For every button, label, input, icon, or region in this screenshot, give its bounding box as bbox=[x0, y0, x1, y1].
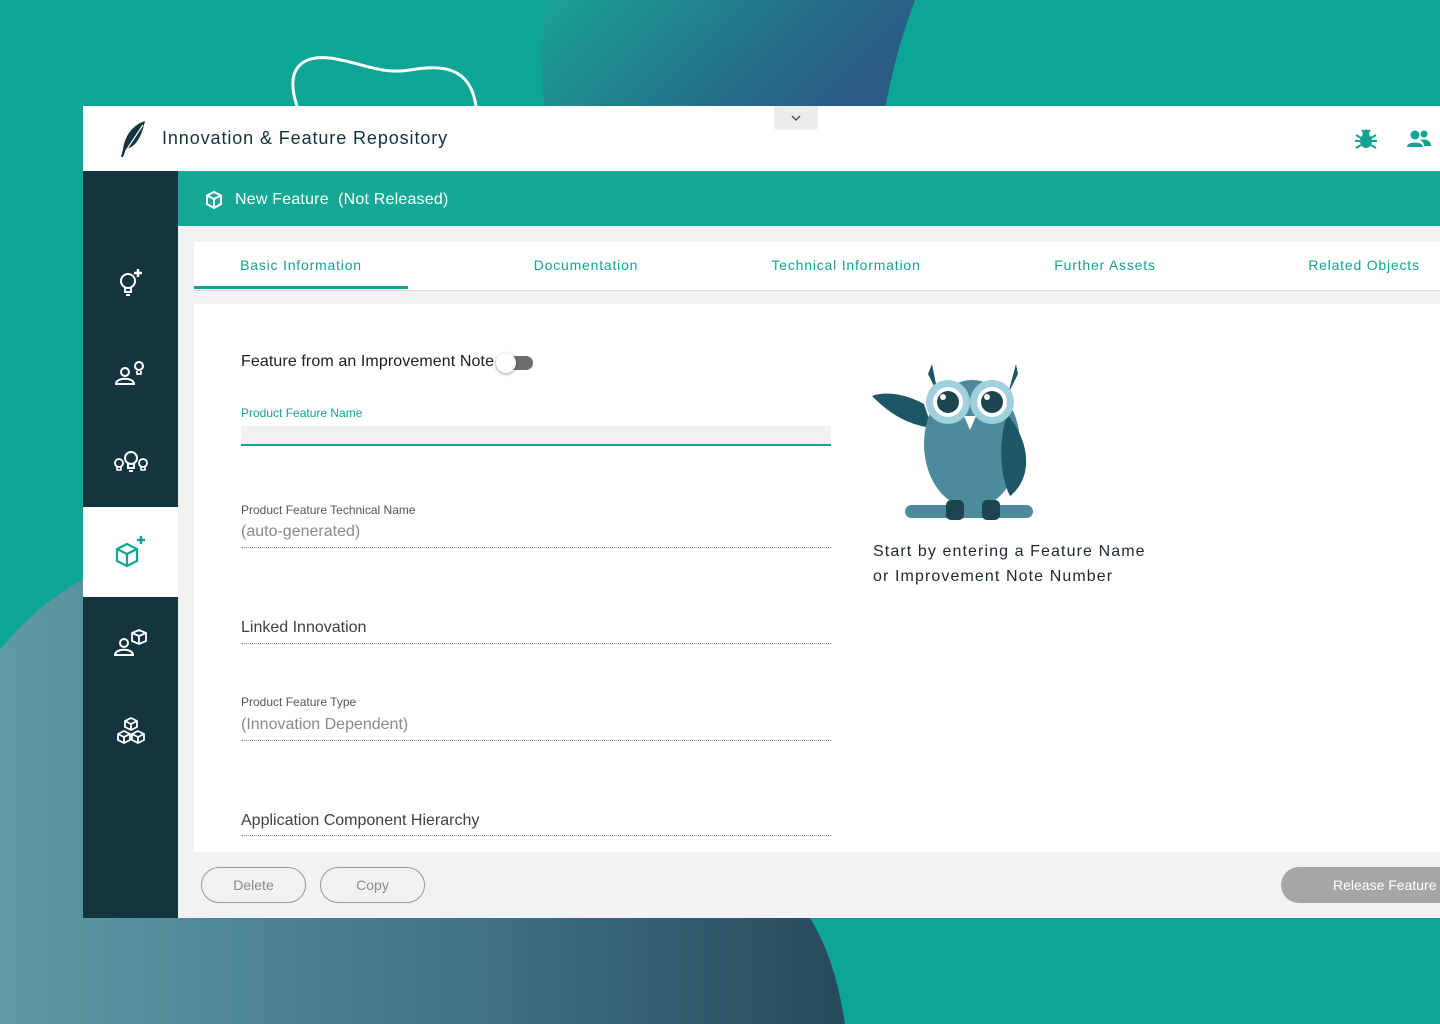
app-header: Innovation & Feature Repository bbox=[83, 106, 1440, 171]
linked-innovation-field[interactable]: Linked Innovation bbox=[241, 619, 366, 637]
cube-icon bbox=[206, 190, 222, 210]
technical-name-label: Product Feature Technical Name bbox=[241, 503, 416, 517]
cubes-icon bbox=[116, 716, 145, 745]
component-hierarchy-field[interactable]: Application Component Hierarchy bbox=[241, 812, 479, 830]
bug-icon[interactable] bbox=[1353, 127, 1379, 151]
sidebar-item-all-features[interactable] bbox=[83, 687, 178, 777]
improvement-note-toggle[interactable] bbox=[496, 353, 533, 373]
header-collapse-toggle[interactable] bbox=[774, 106, 818, 130]
feather-logo-icon bbox=[121, 121, 145, 157]
basic-information-panel: Feature from an Improvement Note Product… bbox=[194, 304, 1440, 852]
lightbulbs-icon bbox=[113, 451, 148, 472]
toggle-knob bbox=[496, 353, 516, 373]
feature-type-underline bbox=[241, 740, 831, 741]
app-title: Innovation & Feature Repository bbox=[162, 128, 449, 148]
tab-related-objects[interactable]: Related Objects bbox=[1264, 242, 1440, 289]
component-hierarchy-underline bbox=[241, 835, 831, 836]
linked-innovation-underline bbox=[241, 643, 831, 644]
sidebar-item-my-innovations[interactable] bbox=[83, 328, 178, 418]
delete-button[interactable]: Delete bbox=[201, 867, 306, 903]
sidebar-item-all-innovations[interactable] bbox=[83, 418, 178, 508]
empty-state-hint: Start by entering a Feature Name or Impr… bbox=[873, 539, 1146, 589]
chevron-down-icon bbox=[791, 115, 801, 122]
sidebar-item-my-features[interactable] bbox=[83, 597, 178, 687]
release-feature-button[interactable]: Release Feature bbox=[1281, 867, 1440, 903]
improvement-note-toggle-label: Feature from an Improvement Note bbox=[241, 353, 495, 370]
copy-button[interactable]: Copy bbox=[320, 867, 425, 903]
tab-technical-information[interactable]: Technical Information bbox=[746, 242, 946, 289]
sidebar-item-new-feature[interactable] bbox=[83, 507, 178, 597]
hint-line-1: Start by entering a Feature Name bbox=[873, 543, 1146, 560]
feature-name-input[interactable] bbox=[241, 426, 831, 446]
user-cube-icon bbox=[113, 629, 147, 656]
feature-title: New Feature (Not Released) bbox=[235, 191, 449, 208]
user-lightbulb-icon bbox=[114, 361, 144, 385]
owl-illustration-icon bbox=[872, 364, 1033, 520]
sidebar bbox=[83, 171, 178, 918]
tab-bar: Basic Information Documentation Technica… bbox=[194, 242, 1440, 291]
technical-name-underline bbox=[241, 547, 831, 548]
feature-type-label: Product Feature Type bbox=[241, 695, 357, 709]
cube-plus-icon bbox=[115, 536, 145, 568]
users-icon[interactable] bbox=[1406, 127, 1432, 151]
tab-further-assets[interactable]: Further Assets bbox=[1005, 242, 1205, 289]
tab-documentation[interactable]: Documentation bbox=[486, 242, 686, 289]
feature-type-value[interactable]: (Innovation Dependent) bbox=[241, 716, 408, 734]
feature-name-label: Product Feature Name bbox=[241, 406, 363, 420]
hint-line-2: or Improvement Note Number bbox=[873, 568, 1114, 585]
lightbulb-plus-icon bbox=[119, 269, 142, 296]
tab-basic-information[interactable]: Basic Information bbox=[194, 242, 408, 289]
feature-status-bar: New Feature (Not Released) bbox=[178, 171, 1440, 226]
sidebar-item-new-innovation[interactable] bbox=[83, 238, 178, 328]
technical-name-value: (auto-generated) bbox=[241, 523, 361, 540]
